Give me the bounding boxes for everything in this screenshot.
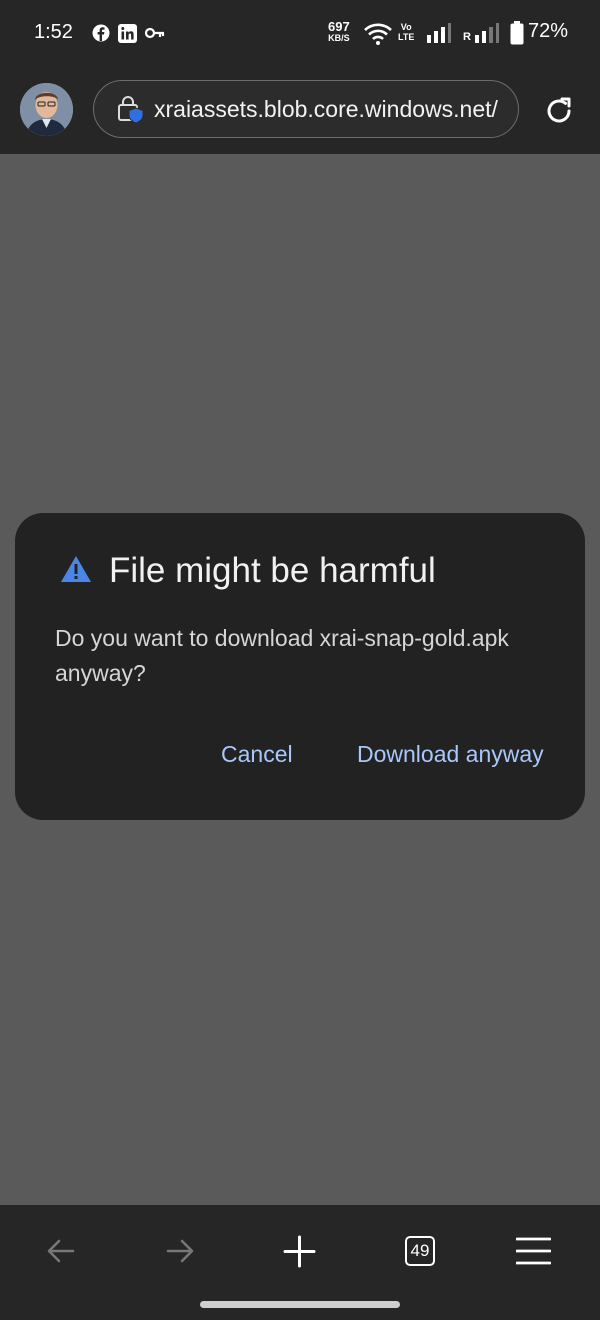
linkedin-icon (118, 24, 137, 43)
dialog-title: File might be harmful (109, 551, 436, 590)
new-tab-plus-icon[interactable] (283, 1235, 316, 1268)
wifi-icon (364, 23, 392, 45)
network-speed: 697 KB/S (328, 19, 350, 43)
warning-icon (61, 556, 91, 582)
volte-line-1: Vo (400, 22, 412, 32)
home-indicator[interactable] (200, 1301, 400, 1308)
avatar-image (20, 83, 73, 136)
status-bar: 1:52 697 KB/S Vo LTE R 72% (0, 0, 600, 66)
volte-indicator: Vo LTE (398, 22, 414, 42)
forward-arrow-icon[interactable] (164, 1235, 196, 1267)
profile-avatar[interactable] (20, 83, 73, 136)
roaming-label: R (463, 31, 471, 43)
menu-icon[interactable] (516, 1237, 551, 1265)
tab-switcher-button[interactable]: 49 (405, 1236, 435, 1266)
reload-icon[interactable] (541, 93, 577, 129)
signal-strength-icon (427, 23, 451, 43)
network-speed-value: 697 (328, 19, 350, 34)
download-anyway-button[interactable]: Download anyway (357, 741, 544, 768)
url-text: xraiassets.blob.core.windows.net/ (154, 96, 498, 122)
status-time: 1:52 (34, 21, 73, 43)
browser-toolbar: xraiassets.blob.core.windows.net/ (0, 66, 600, 154)
back-arrow-icon[interactable] (45, 1235, 77, 1267)
url-bar[interactable]: xraiassets.blob.core.windows.net/ (93, 80, 519, 138)
battery-icon (510, 21, 524, 45)
page-info-shield-icon[interactable] (116, 96, 146, 124)
dialog-message: Do you want to download xrai-snap-gold.a… (55, 625, 509, 686)
facebook-icon (92, 24, 110, 42)
cancel-button[interactable]: Cancel (221, 741, 293, 768)
battery-percent: 72% (528, 20, 569, 42)
volte-line-2: LTE (398, 32, 415, 42)
signal-strength-icon-2 (475, 23, 499, 43)
harmful-file-dialog: File might be harmful Do you want to dow… (15, 513, 585, 820)
key-icon (145, 27, 165, 39)
network-speed-unit: KB/S (328, 33, 350, 43)
